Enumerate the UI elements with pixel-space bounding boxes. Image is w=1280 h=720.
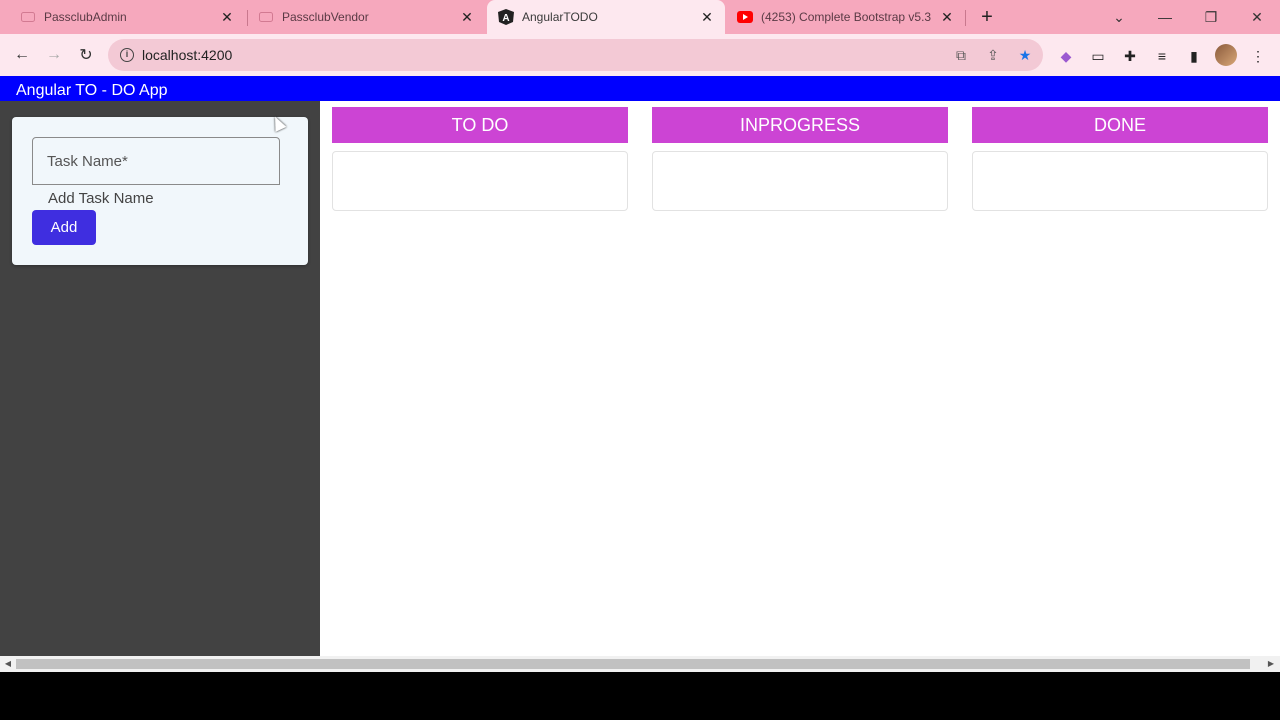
tab-title: AngularTODO (522, 10, 598, 24)
tab-divider (965, 10, 966, 26)
profile-avatar[interactable] (1215, 44, 1237, 66)
tab-passclub-vendor[interactable]: PassclubVendor ✕ (248, 0, 485, 34)
close-window-button[interactable]: ✕ (1234, 0, 1280, 34)
tab-passclub-admin[interactable]: PassclubAdmin ✕ (0, 0, 245, 34)
close-icon[interactable]: ✕ (939, 9, 955, 25)
tab-strip: PassclubAdmin ✕ PassclubVendor ✕ A Angul… (0, 0, 1280, 34)
tab-search-icon[interactable]: ⌄ (1096, 0, 1142, 34)
close-icon[interactable]: ✕ (699, 9, 715, 25)
back-icon[interactable]: ← (9, 42, 35, 68)
horizontal-scrollbar[interactable]: ◀ ▶ (0, 656, 1280, 672)
task-name-hint: Add Task Name (48, 190, 154, 207)
add-task-card: Task Name* Add Task Name Add (12, 117, 308, 265)
media-control-icon[interactable]: ≡ (1152, 46, 1172, 66)
sidebar: Task Name* Add Task Name Add (0, 101, 320, 656)
column-todo: TO DO (332, 107, 628, 211)
new-tab-button[interactable]: + (976, 6, 998, 28)
youtube-icon (737, 9, 753, 25)
address-text: localhost:4200 (142, 47, 233, 63)
share-icon[interactable]: ⇪ (983, 45, 1003, 65)
menu-icon[interactable]: ⋮ (1248, 46, 1268, 66)
scroll-right-icon[interactable]: ▶ (1266, 659, 1276, 669)
forward-icon[interactable]: → (41, 42, 67, 68)
tab-youtube[interactable]: (4253) Complete Bootstrap v5.3 ✕ (727, 0, 965, 34)
passclub-icon (20, 9, 36, 25)
task-name-input[interactable]: Task Name* (32, 137, 280, 185)
column-header-todo: TO DO (332, 107, 628, 143)
minimize-button[interactable]: — (1142, 0, 1188, 34)
svg-text:A: A (502, 13, 509, 24)
column-drop-list-inprogress[interactable] (652, 151, 948, 211)
column-header-done: DONE (972, 107, 1268, 143)
address-bar[interactable]: i localhost:4200 ⧉ ⇪ ★ (108, 39, 1043, 71)
scroll-left-icon[interactable]: ◀ (3, 659, 13, 669)
close-icon[interactable]: ✕ (219, 9, 235, 25)
tab-title: (4253) Complete Bootstrap v5.3 (761, 10, 932, 24)
scrollbar-thumb[interactable] (16, 659, 1250, 669)
passclub-icon (258, 9, 274, 25)
tab-angular-todo[interactable]: A AngularTODO ✕ (487, 0, 725, 34)
side-panel-icon[interactable]: ▮ (1184, 46, 1204, 66)
app-viewport: Angular TO - DO App Task Name* Add Task … (0, 76, 1280, 656)
column-drop-list-todo[interactable] (332, 151, 628, 211)
site-info-icon[interactable]: i (120, 48, 134, 62)
column-drop-list-done[interactable] (972, 151, 1268, 211)
column-done: DONE (972, 107, 1268, 211)
app-title: Angular TO - DO App (0, 76, 1280, 101)
translate-icon[interactable]: ⧉ (951, 45, 971, 65)
bookmark-star-icon[interactable]: ★ (1015, 45, 1035, 65)
tab-title: PassclubVendor (282, 10, 369, 24)
restore-button[interactable]: ❐ (1188, 0, 1234, 34)
angular-icon: A (498, 9, 514, 25)
picture-in-picture-icon[interactable]: ▭ (1088, 46, 1108, 66)
tab-title: PassclubAdmin (44, 10, 127, 24)
add-button[interactable]: Add (32, 210, 96, 245)
column-inprogress: INPROGRESS (652, 107, 948, 211)
column-header-inprogress: INPROGRESS (652, 107, 948, 143)
task-name-placeholder: Task Name* (47, 153, 128, 170)
close-icon[interactable]: ✕ (459, 9, 475, 25)
reload-icon[interactable]: ↻ (73, 42, 99, 68)
extensions-puzzle-icon[interactable]: ✚ (1120, 46, 1140, 66)
browser-toolbar: ← → ↻ i localhost:4200 ⧉ ⇪ ★ ◆ ▭ ✚ ≡ ▮ ⋮ (0, 34, 1280, 76)
extension-icon[interactable]: ◆ (1056, 46, 1076, 66)
taskbar (0, 672, 1280, 720)
